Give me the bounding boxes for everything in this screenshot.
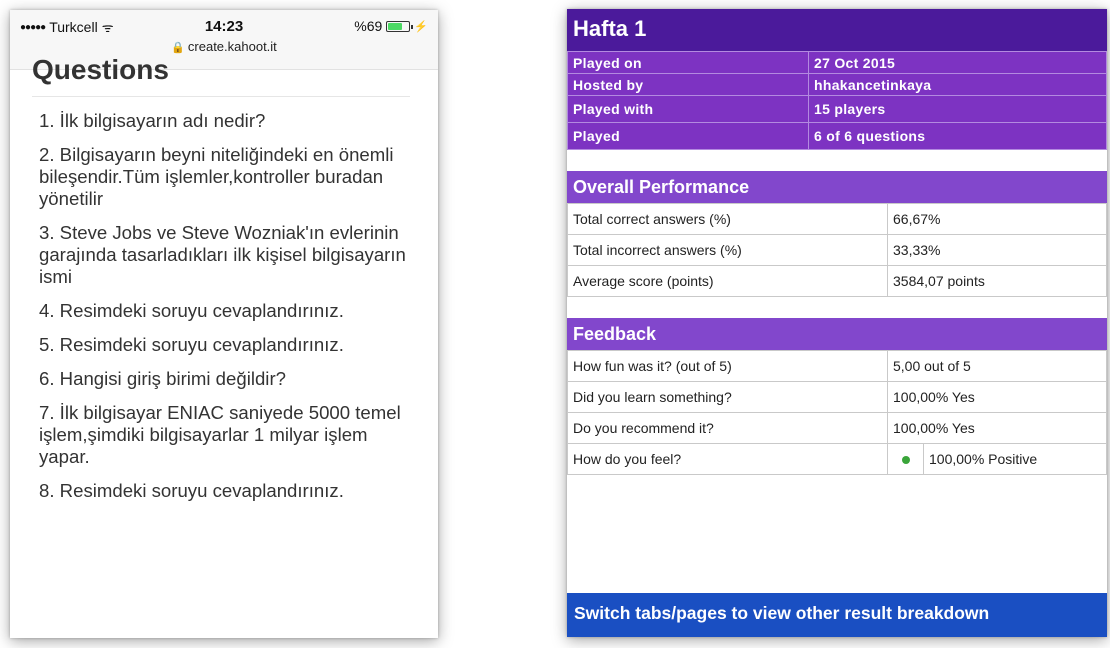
section-title: Feedback (567, 318, 1107, 350)
feedback-table: How fun was it? (out of 5) 5,00 out of 5… (567, 350, 1107, 475)
info-label: Played with (567, 95, 809, 123)
metric-label: How do you feel? (567, 443, 888, 475)
table-row: Do you recommend it? 100,00% Yes (567, 412, 1107, 444)
table-row: Average score (points) 3584,07 points (567, 265, 1107, 297)
question-item: 6. Hangisi giriş birimi değildir? (39, 368, 286, 389)
info-value: 15 players (808, 95, 1107, 123)
info-value: 27 Oct 2015 (808, 51, 1107, 74)
table-row: Total correct answers (%) 66,67% (567, 203, 1107, 235)
question-item: 3. Steve Jobs ve Steve Wozniak'ın evleri… (39, 222, 406, 287)
metric-value: 66,67% (887, 203, 1107, 235)
info-value: hhakancetinkaya (808, 73, 1107, 96)
metric-label: How fun was it? (out of 5) (567, 350, 888, 382)
question-item: 4. Resimdeki soruyu cevaplandırınız. (39, 300, 344, 321)
metric-label: Average score (points) (567, 265, 888, 297)
section-title: Overall Performance (567, 171, 1107, 203)
question-item: 5. Resimdeki soruyu cevaplandırınız. (39, 334, 344, 355)
screenshot-composite: ●●●●● Turkcell ᯤ 14:23 %69 ⚡ 🔒 create.kah… (0, 0, 1110, 648)
info-value: 6 of 6 questions (808, 122, 1107, 150)
question-item: 1. İlk bilgisayarın adı nedir? (39, 110, 266, 131)
table-row: Played with 15 players (567, 95, 1107, 123)
switch-tabs-hint: Switch tabs/pages to view other result b… (567, 593, 1107, 637)
table-row: How fun was it? (out of 5) 5,00 out of 5 (567, 350, 1107, 382)
info-label: Played (567, 122, 809, 150)
report-title: Hafta 1 (567, 9, 1107, 51)
performance-table: Total correct answers (%) 66,67% Total i… (567, 203, 1107, 297)
question-item: 8. Resimdeki soruyu cevaplandırınız. (39, 480, 344, 501)
url-text: create.kahoot.it (187, 39, 277, 54)
metric-label: Did you learn something? (567, 381, 888, 413)
address-bar[interactable]: 🔒 create.kahoot.it (10, 39, 438, 54)
info-label: Hosted by (567, 73, 809, 96)
table-row: Did you learn something? 100,00% Yes (567, 381, 1107, 413)
overall-performance-section: Overall Performance Total correct answer… (567, 171, 1107, 297)
table-row: Played on 27 Oct 2015 (567, 51, 1107, 74)
divider (32, 96, 410, 97)
game-info-table: Played on 27 Oct 2015 Hosted by hhakance… (567, 51, 1107, 150)
table-row: How do you feel? 100,00% Positive (567, 443, 1107, 475)
smiley-icon (901, 456, 910, 464)
table-row: Total incorrect answers (%) 33,33% (567, 234, 1107, 266)
metric-value: 100,00% Yes (887, 381, 1107, 413)
table-row: Played 6 of 6 questions (567, 122, 1107, 150)
battery-icon (386, 20, 414, 32)
questions-heading: Questions (32, 54, 169, 85)
table-row: Hosted by hhakancetinkaya (567, 73, 1107, 96)
metric-label: Total correct answers (%) (567, 203, 888, 235)
metric-label: Total incorrect answers (%) (567, 234, 888, 266)
feeling-icon-cell (887, 443, 924, 475)
info-label: Played on (567, 51, 809, 74)
question-item: 7. İlk bilgisayar ENIAC saniyede 5000 te… (39, 402, 401, 467)
battery-percent: %69 (354, 18, 383, 34)
results-report: Hafta 1 Played on 27 Oct 2015 Hosted by … (567, 9, 1107, 637)
metric-value: 5,00 out of 5 (887, 350, 1107, 382)
metric-value: 33,33% (887, 234, 1107, 266)
battery-fill (388, 22, 403, 30)
metric-label: Do you recommend it? (567, 412, 888, 444)
question-list: 1. İlk bilgisayarın adı nedir? 2. Bilgis… (39, 110, 418, 514)
metric-value: 100,00% Yes (887, 412, 1107, 444)
phone-screenshot: ●●●●● Turkcell ᯤ 14:23 %69 ⚡ 🔒 create.kah… (10, 10, 438, 638)
feedback-section: Feedback How fun was it? (out of 5) 5,00… (567, 318, 1107, 475)
question-item: 2. Bilgisayarın beyni niteliğindeki en ö… (39, 144, 394, 209)
metric-value: 100,00% Positive (923, 443, 1107, 475)
charging-icon: ⚡ (414, 20, 428, 33)
metric-value: 3584,07 points (887, 265, 1107, 297)
lock-icon: 🔒 (171, 42, 185, 54)
